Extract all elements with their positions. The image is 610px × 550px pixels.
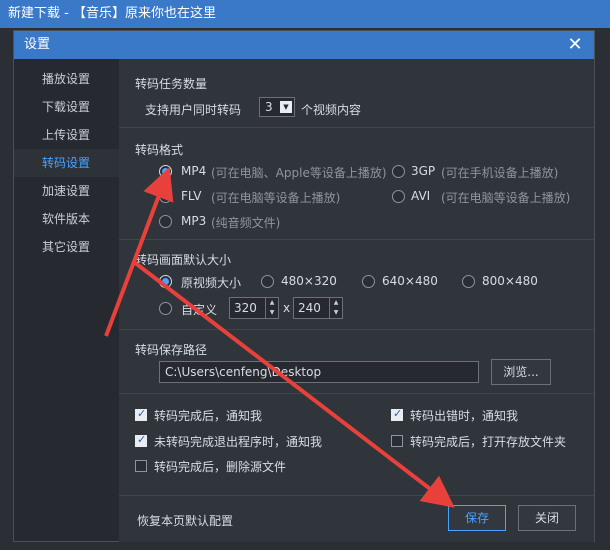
- flv-desc: (可在电脑等设备上播放): [211, 191, 341, 205]
- stepper-arrows[interactable]: ▲ ▼: [329, 298, 342, 318]
- checkbox-delete-source[interactable]: [135, 460, 147, 472]
- sidebar-item-acceleration[interactable]: 加速设置: [14, 177, 119, 205]
- checkbox-open-folder[interactable]: [391, 435, 403, 447]
- mp3-label: MP3: [181, 214, 207, 228]
- format-title: 转码格式: [135, 143, 184, 157]
- sidebar-item-playback[interactable]: 播放设置: [14, 65, 119, 93]
- settings-sidebar: 播放设置 下载设置 上传设置 转码设置 加速设置 软件版本 其它设置: [14, 59, 119, 541]
- notify-complete-label: 转码完成后，通知我: [154, 409, 263, 423]
- stepper-up-icon[interactable]: ▲: [266, 298, 278, 308]
- radio-800x480[interactable]: [462, 275, 475, 288]
- checkbox-notify-exit[interactable]: [135, 433, 147, 447]
- save-path-title: 转码保存路径: [135, 343, 208, 357]
- task-count-suffix: 个视频内容: [301, 103, 362, 117]
- flv-label: FLV: [181, 189, 202, 203]
- sidebar-item-version[interactable]: 软件版本: [14, 205, 119, 233]
- avi-desc: (可在电脑等设备上播放): [441, 191, 571, 205]
- task-count-prefix: 支持用户同时转码: [145, 103, 242, 117]
- mp3-desc: (纯音频文件): [211, 216, 281, 230]
- 800x480-label: 800×480: [482, 274, 538, 288]
- custom-size-label: 自定义: [181, 303, 218, 317]
- custom-width-stepper[interactable]: 320 ▲ ▼: [229, 297, 279, 319]
- resolution-title: 转码画面默认大小: [135, 253, 232, 267]
- checkbox-notify-complete[interactable]: [135, 407, 147, 421]
- custom-height-value: 240: [298, 301, 321, 315]
- radio-3gp[interactable]: [392, 165, 405, 178]
- notify-exit-label: 未转码完成退出程序时，通知我: [154, 435, 323, 449]
- task-count-select[interactable]: 3 ▼: [259, 97, 295, 117]
- close-button[interactable]: 关闭: [518, 505, 576, 531]
- settings-dialog: 设置 ✕ 播放设置 下载设置 上传设置 转码设置 加速设置 软件版本 其它设置 …: [13, 30, 595, 542]
- notify-error-label: 转码出错时，通知我: [410, 409, 519, 423]
- custom-height-stepper[interactable]: 240 ▲ ▼: [293, 297, 343, 319]
- radio-custom-size[interactable]: [159, 302, 172, 315]
- stepper-down-icon[interactable]: ▼: [266, 308, 278, 318]
- radio-480x320[interactable]: [261, 275, 274, 288]
- sidebar-item-upload[interactable]: 上传设置: [14, 121, 119, 149]
- sidebar-item-other[interactable]: 其它设置: [14, 233, 119, 261]
- custom-width-value: 320: [234, 301, 257, 315]
- outer-window-title: 新建下载 - 【音乐】原来你也在这里: [0, 0, 610, 28]
- reset-defaults-link[interactable]: 恢复本页默认配置: [137, 512, 233, 529]
- stepper-arrows[interactable]: ▲ ▼: [265, 298, 278, 318]
- radio-mp3[interactable]: [159, 215, 172, 228]
- checkbox-notify-error[interactable]: [391, 407, 403, 421]
- 3gp-desc: (可在手机设备上播放): [441, 166, 559, 180]
- dialog-footer: 恢复本页默认配置 保存 关闭: [119, 495, 594, 542]
- sidebar-item-download[interactable]: 下载设置: [14, 93, 119, 121]
- divider: [119, 329, 594, 330]
- radio-640x480[interactable]: [362, 275, 375, 288]
- divider: [119, 393, 594, 394]
- original-size-label: 原视频大小: [181, 276, 242, 290]
- radio-original-size[interactable]: [159, 275, 172, 288]
- 640x480-label: 640×480: [382, 274, 438, 288]
- task-count-value: 3: [265, 100, 273, 114]
- 3gp-label: 3GP: [411, 164, 436, 178]
- times-sign: x: [283, 301, 291, 315]
- radio-avi[interactable]: [392, 190, 405, 203]
- settings-content: 转码任务数量 支持用户同时转码 3 ▼ 个视频内容 转码格式 MP4 (可在电脑…: [119, 59, 594, 495]
- 480x320-label: 480×320: [281, 274, 337, 288]
- divider: [119, 127, 594, 128]
- radio-flv[interactable]: [159, 190, 172, 203]
- delete-source-label: 转码完成后，删除源文件: [154, 460, 287, 474]
- stepper-up-icon[interactable]: ▲: [330, 298, 342, 308]
- radio-mp4[interactable]: [159, 165, 172, 178]
- stepper-down-icon[interactable]: ▼: [330, 308, 342, 318]
- sidebar-item-transcode[interactable]: 转码设置: [14, 149, 119, 177]
- divider: [119, 239, 594, 240]
- mp4-label: MP4: [181, 164, 207, 178]
- mp4-desc: (可在电脑、Apple等设备上播放): [211, 166, 387, 180]
- save-button[interactable]: 保存: [448, 505, 506, 531]
- avi-label: AVI: [411, 189, 431, 203]
- chevron-down-icon: ▼: [280, 101, 292, 113]
- open-folder-label: 转码完成后，打开存放文件夹: [410, 435, 567, 449]
- close-icon[interactable]: ✕: [564, 34, 586, 56]
- save-path-input[interactable]: C:\Users\cenfeng\Desktop: [159, 361, 479, 383]
- task-count-title: 转码任务数量: [135, 77, 208, 91]
- browse-button[interactable]: 浏览...: [491, 359, 551, 385]
- dialog-title: 设置: [14, 31, 594, 59]
